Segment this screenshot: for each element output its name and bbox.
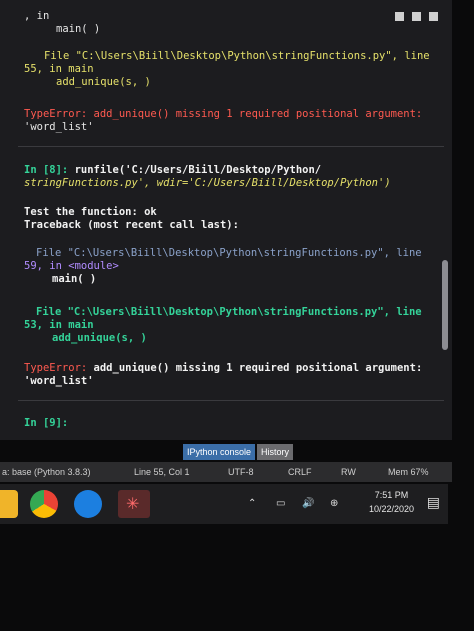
run-command-cont: stringFunctions.py', wdir='C:/Users/Biil… bbox=[24, 177, 391, 189]
pane-tabs: IPython console History bbox=[183, 444, 294, 460]
cursor-position: Line 55, Col 1 bbox=[134, 467, 190, 477]
trace-file-1-cont: 59, in <module> bbox=[24, 260, 119, 272]
taskbar: ✳ ⌃ ▭ 🔊 ⊕ 7:51 PM 10/22/2020 ▤ bbox=[0, 484, 448, 524]
spyder-icon[interactable]: ✳ bbox=[118, 490, 150, 518]
stop-icon[interactable] bbox=[395, 12, 404, 21]
trace-line: , in bbox=[24, 10, 50, 22]
status-bar: a: base (Python 3.8.3) Line 55, Col 1 UT… bbox=[0, 462, 452, 482]
permissions: RW bbox=[341, 467, 356, 477]
battery-icon[interactable]: ▭ bbox=[276, 498, 285, 509]
traceback-header: Traceback (most recent call last): bbox=[24, 219, 239, 231]
error-line-cont: 'word_list' bbox=[24, 121, 94, 133]
error-line: TypeError: add_unique() missing 1 requir… bbox=[24, 108, 423, 120]
chevron-up-icon[interactable]: ⌃ bbox=[248, 498, 256, 509]
trace-file-2-cont: 53, in main bbox=[24, 319, 94, 331]
tab-ipython-console[interactable]: IPython console bbox=[183, 444, 256, 460]
console-scrollbar[interactable] bbox=[442, 260, 448, 350]
memory-usage: Mem 67% bbox=[388, 467, 429, 477]
trace-code-1: main( ) bbox=[52, 273, 97, 285]
type-error-cont: 'word_list' bbox=[24, 375, 94, 387]
file-line-cont: 55, in main bbox=[24, 63, 94, 75]
encoding: UTF-8 bbox=[228, 467, 254, 477]
volume-icon[interactable]: 🔊 bbox=[302, 498, 314, 509]
trace-line: main( ) bbox=[56, 23, 101, 35]
run-command: In [8]: runfile('C:/Users/Biill/Desktop/… bbox=[24, 164, 322, 176]
trace-file-2: File "C:\Users\Biill\Desktop\Python\stri… bbox=[36, 306, 422, 318]
env-indicator[interactable]: a: base (Python 3.8.3) bbox=[2, 467, 91, 477]
console-toolbar bbox=[395, 12, 438, 21]
edge-icon[interactable] bbox=[74, 490, 102, 518]
test-output: Test the function: ok bbox=[24, 206, 157, 218]
separator bbox=[18, 400, 444, 401]
separator bbox=[18, 146, 444, 147]
network-icon[interactable]: ⊕ bbox=[330, 498, 338, 509]
chrome-icon[interactable] bbox=[30, 490, 58, 518]
notification-icon[interactable]: ▤ bbox=[427, 494, 440, 511]
ipython-console[interactable]: , in main( ) File "C:\Users\Biill\Deskto… bbox=[0, 0, 452, 440]
clear-icon[interactable] bbox=[412, 12, 421, 21]
tab-history[interactable]: History bbox=[257, 444, 294, 460]
code-line: add_unique(s, ) bbox=[56, 76, 151, 88]
trace-code-2: add_unique(s, ) bbox=[52, 332, 147, 344]
trace-file-1: File "C:\Users\Biill\Desktop\Python\stri… bbox=[36, 247, 422, 259]
app-icon[interactable] bbox=[0, 490, 18, 518]
input-prompt[interactable]: In [9]: bbox=[24, 417, 68, 430]
file-line: File "C:\Users\Biill\Desktop\Python\stri… bbox=[44, 50, 430, 62]
eol-mode: CRLF bbox=[288, 467, 312, 477]
menu-icon[interactable] bbox=[429, 12, 438, 21]
system-clock[interactable]: 7:51 PM 10/22/2020 bbox=[369, 488, 414, 516]
type-error: TypeError: add_unique() missing 1 requir… bbox=[24, 362, 423, 374]
